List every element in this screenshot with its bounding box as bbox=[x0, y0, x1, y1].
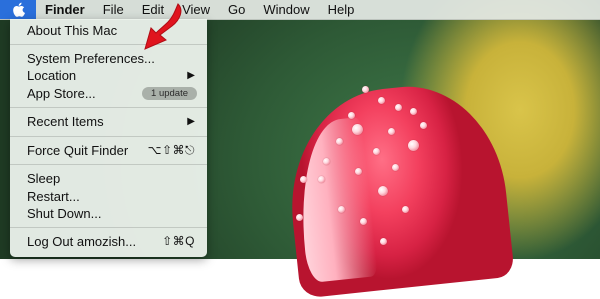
menu-item-label: Force Quit Finder bbox=[27, 143, 129, 158]
menu-separator bbox=[10, 136, 207, 137]
update-count-badge: 1 update bbox=[142, 87, 197, 100]
menu-bar: Finder File Edit View Go Window Help bbox=[0, 0, 600, 20]
menu-item-restart[interactable]: Restart... bbox=[10, 188, 207, 205]
menu-item-label: Log Out amozish... bbox=[27, 234, 137, 249]
menu-item-app-store[interactable]: App Store... 1 update bbox=[10, 85, 207, 102]
keyboard-shortcut: ⇧⌘Q bbox=[162, 234, 195, 248]
menu-item-label: About This Mac bbox=[27, 23, 118, 38]
menu-separator bbox=[10, 107, 207, 108]
menu-item-label: Recent Items bbox=[27, 114, 104, 129]
apple-logo-icon bbox=[12, 2, 25, 17]
menu-finder[interactable]: Finder bbox=[36, 0, 94, 19]
menu-item-label: Shut Down... bbox=[27, 206, 102, 221]
submenu-arrow-icon: ▶ bbox=[187, 116, 195, 127]
menu-item-force-quit[interactable]: Force Quit Finder ⌥⇧⌘⎋ bbox=[10, 142, 207, 159]
menu-help[interactable]: Help bbox=[319, 0, 364, 19]
red-arrow-annotation-icon bbox=[144, 3, 182, 50]
menu-item-sleep[interactable]: Sleep bbox=[10, 170, 207, 187]
menu-separator bbox=[10, 164, 207, 165]
menu-item-label: Location bbox=[27, 68, 77, 83]
menu-file[interactable]: File bbox=[94, 0, 133, 19]
apple-dropdown-menu: About This Mac System Preferences... Loc… bbox=[10, 19, 207, 257]
menu-separator bbox=[10, 227, 207, 228]
menu-item-system-preferences[interactable]: System Preferences... bbox=[10, 50, 207, 67]
menu-item-shut-down[interactable]: Shut Down... bbox=[10, 205, 207, 222]
menu-go[interactable]: Go bbox=[219, 0, 254, 19]
menu-item-recent-items[interactable]: Recent Items ▶ bbox=[10, 113, 207, 130]
menu-item-log-out[interactable]: Log Out amozish... ⇧⌘Q bbox=[10, 233, 207, 250]
menu-window[interactable]: Window bbox=[254, 0, 318, 19]
apple-menu-button[interactable] bbox=[0, 0, 36, 19]
submenu-arrow-icon: ▶ bbox=[187, 70, 195, 81]
keyboard-shortcut: ⌥⇧⌘⎋ bbox=[147, 143, 195, 157]
menu-item-label: Restart... bbox=[27, 189, 80, 204]
menu-item-label: System Preferences... bbox=[27, 51, 155, 66]
menu-item-label: App Store... bbox=[27, 86, 96, 101]
menu-item-location[interactable]: Location ▶ bbox=[10, 67, 207, 84]
menu-item-label: Sleep bbox=[27, 171, 61, 186]
